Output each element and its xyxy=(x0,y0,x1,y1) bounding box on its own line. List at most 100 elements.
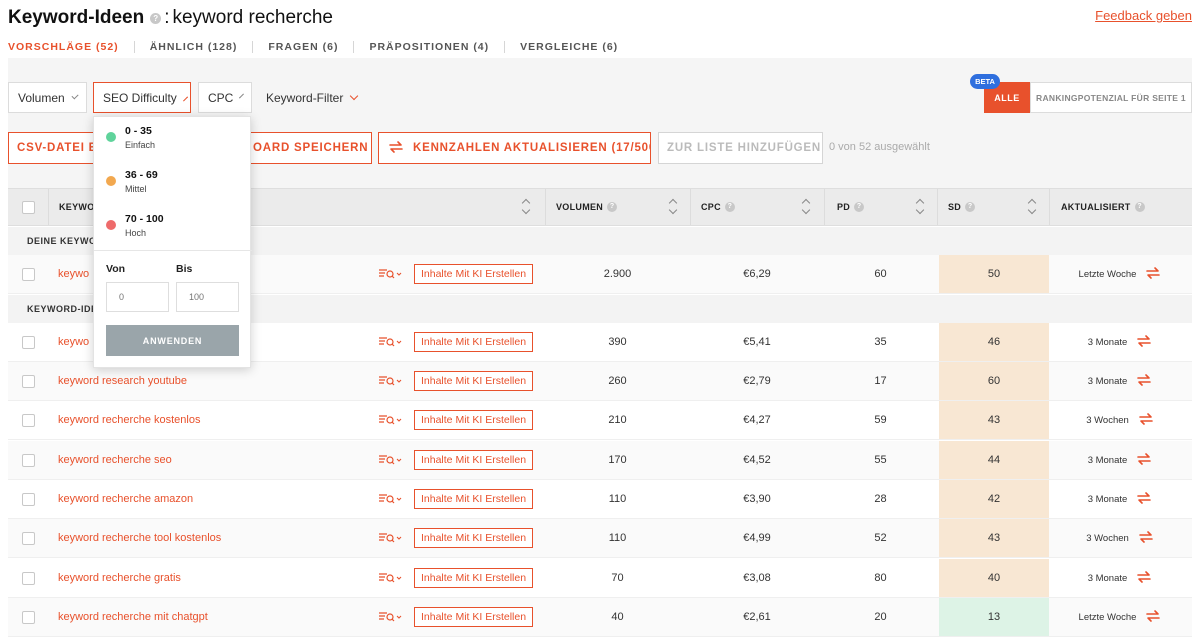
row-checkbox[interactable] xyxy=(21,267,35,281)
keyword-link[interactable]: keywo xyxy=(58,268,89,280)
ranking-potential-button[interactable]: RANKINGPOTENZIAL FÜR SEITE 1 xyxy=(1030,82,1192,113)
keyword-link[interactable]: keyword recherche gratis xyxy=(58,572,181,584)
cpc-cell: €3,08 xyxy=(743,572,771,584)
serp-analysis-icon[interactable] xyxy=(378,441,406,479)
difficulty-option-hard[interactable]: 70 - 100 Hoch xyxy=(106,213,164,238)
cpc-cell: €4,52 xyxy=(743,454,771,466)
keyword-link[interactable]: keyword recherche seo xyxy=(58,454,172,466)
difficulty-option-medium[interactable]: 36 - 69 Mittel xyxy=(106,169,158,194)
tab-vorschlaege[interactable]: VORSCHLÄGE (52) xyxy=(8,41,134,53)
sd-cell: 40 xyxy=(939,559,1049,597)
updated-cell: 3 Monate xyxy=(1049,323,1192,361)
tab-fragen[interactable]: FRAGEN (6) xyxy=(252,41,353,53)
refresh-icon[interactable] xyxy=(1137,412,1155,429)
refresh-icon[interactable] xyxy=(1135,491,1153,508)
cpc-cell: €4,27 xyxy=(743,414,771,426)
cpc-cell: €6,29 xyxy=(743,268,771,280)
ki-cell: Inhalte Mit KI Erstellen xyxy=(414,255,542,293)
create-ki-content-button[interactable]: Inhalte Mit KI Erstellen xyxy=(414,410,534,430)
sort-icon[interactable] xyxy=(915,199,925,215)
keyword-link[interactable]: keyword recherche amazon xyxy=(58,493,193,505)
create-ki-content-button[interactable]: Inhalte Mit KI Erstellen xyxy=(414,371,534,391)
volume-filter-dropdown[interactable]: Volumen xyxy=(8,82,87,113)
to-input[interactable] xyxy=(176,282,239,312)
serp-analysis-icon[interactable] xyxy=(378,519,406,557)
row-checkbox[interactable] xyxy=(21,571,35,585)
create-ki-content-button[interactable]: Inhalte Mit KI Erstellen xyxy=(414,528,534,548)
cpc-filter-dropdown[interactable]: CPC xyxy=(198,82,252,113)
serp-analysis-icon[interactable] xyxy=(378,559,406,597)
feedback-link[interactable]: Feedback geben xyxy=(1095,8,1192,23)
create-ki-content-button[interactable]: Inhalte Mit KI Erstellen xyxy=(414,489,534,509)
row-checkbox[interactable] xyxy=(21,531,35,545)
sort-icon[interactable] xyxy=(668,199,678,215)
sort-icon[interactable] xyxy=(521,199,531,215)
sort-icon[interactable] xyxy=(1027,199,1037,215)
updated-cell: 3 Monate xyxy=(1049,441,1192,479)
keyword-link[interactable]: keyword research youtube xyxy=(58,375,187,387)
serp-analysis-icon[interactable] xyxy=(378,255,406,293)
serp-analysis-icon[interactable] xyxy=(378,480,406,518)
refresh-icon[interactable] xyxy=(1135,334,1153,351)
help-icon[interactable]: ? xyxy=(965,202,976,212)
cpc-cell: €2,79 xyxy=(743,375,771,387)
refresh-icon[interactable] xyxy=(1135,452,1153,469)
serp-analysis-icon[interactable] xyxy=(378,598,406,636)
create-ki-content-button[interactable]: Inhalte Mit KI Erstellen xyxy=(414,450,534,470)
row-checkbox[interactable] xyxy=(21,374,35,388)
column-updated[interactable]: AKTUALISIERT? xyxy=(1049,189,1192,225)
row-checkbox[interactable] xyxy=(21,453,35,467)
refresh-icon[interactable] xyxy=(1137,530,1155,547)
add-to-list-button[interactable]: ZUR LISTE HINZUFÜGEN xyxy=(658,132,823,164)
help-icon[interactable]: ? xyxy=(854,202,865,212)
sort-icon[interactable] xyxy=(801,199,811,215)
row-checkbox[interactable] xyxy=(21,610,35,624)
row-select-cell xyxy=(8,519,48,557)
tab-praepositionen[interactable]: PRÄPOSITIONEN (4) xyxy=(353,41,504,53)
difficulty-option-easy[interactable]: 0 - 35 Einfach xyxy=(106,125,155,150)
create-ki-content-button[interactable]: Inhalte Mit KI Erstellen xyxy=(414,607,534,627)
help-icon[interactable]: ? xyxy=(724,202,735,212)
refresh-icon[interactable] xyxy=(1144,266,1162,283)
column-volume[interactable]: VOLUMEN? xyxy=(545,189,690,225)
refresh-icon[interactable] xyxy=(1135,373,1153,390)
keyword-link[interactable]: keyword recherche kostenlos xyxy=(58,414,200,426)
updated-label: 3 Monate xyxy=(1087,493,1128,505)
column-sd[interactable]: SD? xyxy=(937,189,1049,225)
volume-cell: 2.900 xyxy=(603,268,632,280)
row-checkbox[interactable] xyxy=(21,492,35,506)
keyword-cell: keyword recherche seo xyxy=(58,441,358,479)
create-ki-content-button[interactable]: Inhalte Mit KI Erstellen xyxy=(414,264,534,284)
create-ki-content-button[interactable]: Inhalte Mit KI Erstellen xyxy=(414,332,534,352)
csv-export-button[interactable]: CSV-DATEI EX xyxy=(8,132,98,164)
updated-cell: 3 Monate xyxy=(1049,559,1192,597)
help-icon[interactable]: ? xyxy=(1134,202,1145,212)
apply-button[interactable]: ANWENDEN xyxy=(106,325,239,356)
help-icon[interactable]: ? xyxy=(607,202,618,212)
tab-aehnlich[interactable]: ÄHNLICH (128) xyxy=(133,41,253,53)
help-icon[interactable]: ? xyxy=(150,12,162,24)
column-pd[interactable]: PD? xyxy=(824,189,937,225)
row-checkbox[interactable] xyxy=(21,335,35,349)
save-dashboard-button[interactable]: OARD SPEICHERN xyxy=(240,132,372,164)
option-range: 70 - 100 xyxy=(125,213,164,225)
column-cpc[interactable]: CPC? xyxy=(690,189,824,225)
seo-difficulty-dropdown[interactable]: SEO Difficulty xyxy=(93,82,191,113)
keyword-link[interactable]: keyword recherche tool kostenlos xyxy=(58,532,221,544)
selection-count: 0 von 52 ausgewählt xyxy=(829,141,930,153)
select-all-checkbox[interactable] xyxy=(21,200,35,214)
refresh-icon[interactable] xyxy=(1135,570,1153,587)
create-ki-content-button[interactable]: Inhalte Mit KI Erstellen xyxy=(414,568,534,588)
serp-analysis-icon[interactable] xyxy=(378,362,406,400)
tab-vergleiche[interactable]: VERGLEICHE (6) xyxy=(504,41,633,53)
keyword-filter-dropdown[interactable]: Keyword-Filter xyxy=(266,82,359,113)
serp-analysis-icon[interactable] xyxy=(378,401,406,439)
update-metrics-button[interactable]: KENNZAHLEN AKTUALISIEREN (17/500) xyxy=(378,132,651,164)
volume-cell: 390 xyxy=(608,336,627,348)
keyword-link[interactable]: keywo xyxy=(58,336,89,348)
from-input[interactable] xyxy=(106,282,169,312)
serp-analysis-icon[interactable] xyxy=(378,323,406,361)
row-checkbox[interactable] xyxy=(21,413,35,427)
keyword-link[interactable]: keyword recherche mit chatgpt xyxy=(58,611,208,623)
refresh-icon[interactable] xyxy=(1144,609,1162,626)
